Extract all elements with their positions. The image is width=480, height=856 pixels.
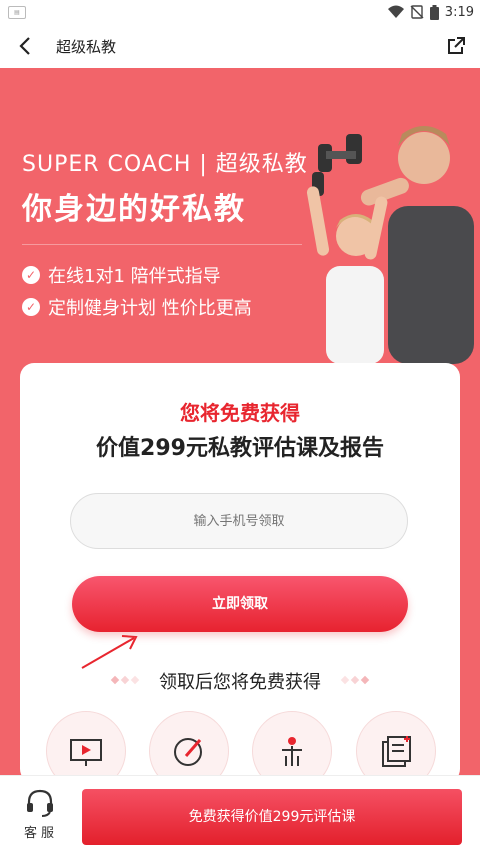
customer-service-label[interactable]: 客服 — [24, 822, 58, 841]
status-icons: 3:19 — [387, 3, 474, 21]
feature-item: ✓ 在线1对1 陪伴式指导 — [22, 262, 221, 288]
hero-slogan: 你身边的好私教 — [22, 192, 246, 227]
headset-icon[interactable] — [24, 788, 56, 818]
battery-icon — [429, 4, 439, 20]
feature-label: 定制健身计划 性价比更高 — [48, 298, 252, 319]
coach-illustration — [306, 126, 474, 364]
back-arrow-icon[interactable] — [14, 34, 38, 58]
feature-label: 在线1对1 陪伴式指导 — [48, 266, 221, 287]
free-offer-title: 您将免费获得 — [180, 401, 300, 425]
offer-value: 价值299元私教评估课及报告 — [96, 436, 384, 461]
feature-item: ✓ 定制健身计划 性价比更高 — [22, 294, 252, 320]
page-title: 超级私教 — [56, 38, 117, 56]
bottom-cta-button[interactable]: 免费获得价值299元评估课 — [82, 789, 462, 845]
status-time: 3:19 — [444, 4, 474, 20]
phone-input[interactable] — [70, 493, 408, 549]
super-coach-heading: SUPER COACH | 超级私教 — [22, 152, 308, 177]
claim-button[interactable]: 立即领取 — [72, 576, 408, 632]
hero-divider — [22, 244, 302, 245]
share-icon[interactable] — [444, 34, 468, 58]
wifi-icon — [387, 5, 404, 18]
check-icon: ✓ — [22, 266, 40, 284]
check-icon: ✓ — [22, 298, 40, 316]
no-sim-icon — [410, 5, 424, 19]
pointer-arrow-icon — [81, 635, 138, 669]
notification-icon: ▤ — [8, 6, 26, 19]
after-claim-title: 领取后您将免费获得 — [159, 672, 321, 693]
